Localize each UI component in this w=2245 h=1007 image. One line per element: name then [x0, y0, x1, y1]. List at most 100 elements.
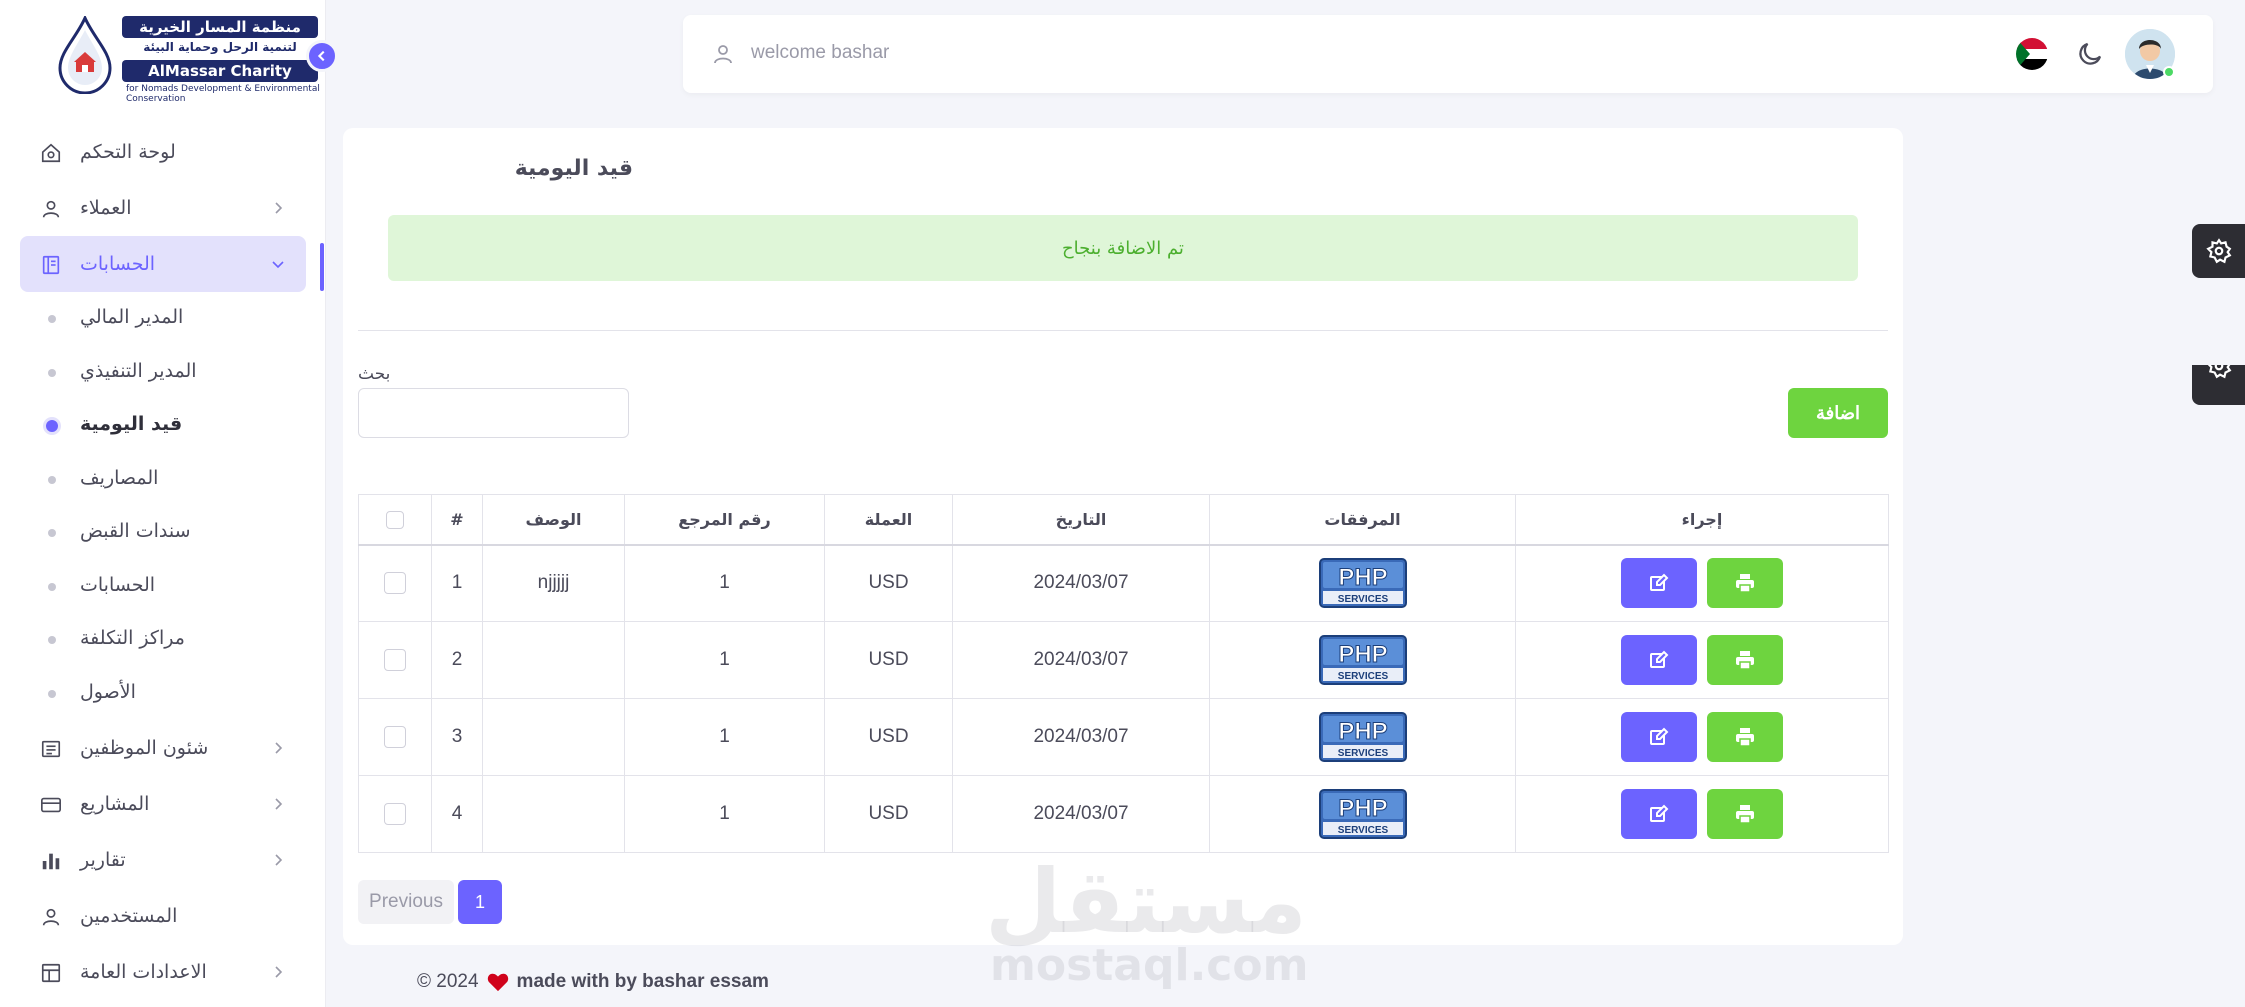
row-checkbox[interactable] [384, 802, 406, 825]
moon-icon[interactable] [2075, 39, 2105, 69]
edit-icon [1650, 804, 1669, 822]
document-icon [41, 740, 61, 758]
sidebar-collapse-button[interactable] [306, 40, 338, 72]
search-input[interactable] [358, 388, 629, 438]
svg-text:PHP: PHP [1338, 641, 1387, 668]
user-icon [42, 908, 60, 926]
chevron-right-icon [275, 854, 283, 866]
row-checkbox[interactable] [384, 725, 406, 748]
row-number: 2 [431, 621, 483, 699]
sidebar-subitem-assets[interactable]: الأصول [20, 667, 306, 721]
row-number: 3 [431, 698, 483, 776]
sidebar-subitem-label: قيد اليومية [80, 413, 183, 435]
sidebar-subitem-accounts[interactable]: الحسابات [20, 560, 306, 614]
print-button[interactable] [1706, 558, 1783, 609]
sidebar-subitem-journal-entry[interactable]: قيد اليومية [20, 399, 306, 453]
svg-text:PHP: PHP [1338, 718, 1387, 745]
edit-icon [1650, 650, 1669, 668]
edit-icon [1650, 573, 1669, 592]
bullet-dot [48, 689, 56, 698]
sidebar-item-customers[interactable]: العملاء [20, 180, 306, 236]
sidebar-item-projects[interactable]: المشاريع [20, 776, 306, 832]
bullet-dot [48, 636, 56, 644]
row-reference: 1 [624, 621, 825, 699]
watermark-latin: mostaql.com [990, 940, 1309, 991]
sidebar-subitem-finance-manager[interactable]: المدير المالي [20, 292, 306, 346]
sidebar-item-label: الحسابات [80, 253, 156, 275]
print-button[interactable] [1706, 789, 1783, 839]
online-status-dot [2163, 66, 2175, 78]
sidebar-item-dashboard[interactable]: لوحة التحكم [20, 124, 306, 180]
bullet-dot [48, 529, 56, 537]
table-row: 2 1 USD 2024/03/07 PHP SERVICES [358, 621, 1889, 699]
row-description [482, 775, 625, 853]
svg-text:PHP: PHP [1338, 795, 1387, 822]
success-alert: تم الاضافة بنجاح [388, 215, 1858, 281]
secondary-settings-tab[interactable] [2192, 365, 2245, 405]
row-attachments: PHP SERVICES [1209, 544, 1516, 622]
row-description: njjjjj [482, 544, 625, 622]
printer-icon [1735, 574, 1754, 593]
table-row: 4 1 USD 2024/03/07 PHP SERVICES [358, 775, 1889, 853]
php-attachment-icon[interactable]: PHP SERVICES [1318, 558, 1407, 609]
row-currency: USD [824, 544, 953, 622]
row-date: 2024/03/07 [952, 698, 1210, 776]
logo-drop-icon [58, 16, 112, 94]
sidebar-menu: لوحة التحكم العملاء الحسابات المدير الما… [20, 124, 306, 1000]
page-number-button[interactable]: 1 [458, 880, 502, 924]
sidebar-subitem-label: المصاريف [80, 466, 159, 489]
print-button[interactable] [1706, 712, 1783, 762]
theme-customizer-button[interactable] [2192, 224, 2245, 278]
table-row: 1 njjjjj 1 USD 2024/03/07 PHP SERVICES [358, 544, 1889, 622]
chevron-left-icon [317, 50, 325, 62]
gear-icon [2207, 365, 2232, 379]
chevron-right-icon [275, 798, 283, 810]
sidebar-subitem-receipts[interactable]: سندات القبض [20, 506, 306, 560]
sidebar-subitem-label: الحسابات [80, 573, 156, 596]
sidebar-item-label: لوحة التحكم [80, 141, 176, 163]
watermark-arabic: مستقل [985, 850, 1307, 953]
sidebar-item-reports[interactable]: تقارير [20, 832, 306, 888]
credit-card-icon [41, 797, 61, 813]
edit-button[interactable] [1621, 558, 1698, 609]
row-checkbox[interactable] [384, 572, 406, 595]
edit-button[interactable] [1621, 635, 1698, 685]
svg-text:SERVICES: SERVICES [1337, 594, 1388, 605]
previous-page-button[interactable]: Previous [358, 880, 454, 924]
logo-arabic-name: منظمة المسار الخيرية [122, 16, 318, 38]
gear-icon [2205, 238, 2231, 264]
sidebar-item-hr[interactable]: شئون الموظفين [20, 720, 306, 776]
select-all-header [358, 494, 432, 546]
print-button[interactable] [1706, 635, 1783, 685]
page-title: قيد اليومية [514, 156, 633, 181]
php-attachment-icon[interactable]: PHP SERVICES [1318, 712, 1407, 762]
col-reference: رقم المرجع [624, 494, 825, 546]
sidebar-subitem-cost-centers[interactable]: مراكز التكلفة [20, 613, 306, 667]
row-attachments: PHP SERVICES [1209, 698, 1516, 776]
logo[interactable]: منظمة المسار الخيرية لتنمية الرحل وحماية… [52, 12, 320, 104]
row-checkbox[interactable] [384, 648, 406, 671]
select-all-checkbox[interactable] [386, 511, 404, 529]
language-flag-icon[interactable] [2016, 38, 2048, 70]
row-actions [1515, 544, 1889, 622]
user-icon [714, 45, 732, 64]
add-button[interactable]: اضافة [1788, 388, 1888, 438]
printer-icon [1735, 651, 1754, 670]
svg-text:SERVICES: SERVICES [1337, 825, 1388, 836]
sidebar-item-label: شئون الموظفين [80, 737, 209, 759]
edit-button[interactable] [1621, 789, 1698, 839]
row-select-cell [358, 775, 432, 853]
row-reference: 1 [624, 544, 825, 622]
table-header-row: # الوصف رقم المرجع العملة التاريخ المرفق… [358, 494, 1889, 546]
php-attachment-icon[interactable]: PHP SERVICES [1318, 789, 1407, 839]
sidebar-item-accounts[interactable]: الحسابات [20, 236, 306, 292]
php-attachment-icon[interactable]: PHP SERVICES [1318, 635, 1407, 685]
row-currency: USD [824, 621, 953, 699]
sidebar-item-users[interactable]: المستخدمين [20, 888, 306, 944]
sidebar-item-label: الاعدادات العامة [80, 961, 207, 983]
edit-button[interactable] [1621, 712, 1698, 762]
sidebar-item-settings[interactable]: الاعدادات العامة [20, 944, 306, 1000]
sidebar-subitem-executive-manager[interactable]: المدير التنفيذي [20, 346, 306, 400]
sidebar-subitem-expenses[interactable]: المصاريف [20, 453, 306, 507]
row-currency: USD [824, 775, 953, 853]
